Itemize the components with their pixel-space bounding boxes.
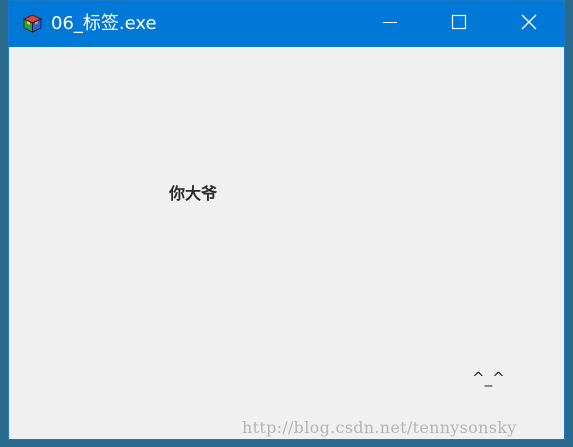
watermark: http://blog.csdn.net/tennysonsky xyxy=(242,418,517,437)
close-icon xyxy=(520,13,538,35)
minimize-button[interactable] xyxy=(367,1,413,47)
client-area: 你大爷 ^_^ xyxy=(9,47,564,439)
title-bar[interactable]: 06_标签.exe xyxy=(9,1,564,47)
window-title: 06_标签.exe xyxy=(51,13,157,34)
app-cube-icon xyxy=(23,14,42,33)
face-label: ^_^ xyxy=(472,369,505,387)
main-label: 你大爷 xyxy=(169,184,218,203)
close-button[interactable] xyxy=(506,1,552,47)
maximize-button[interactable] xyxy=(436,1,482,47)
minimize-icon xyxy=(382,14,398,34)
app-window: 06_标签.exe 你大爷 ^_^ xyxy=(8,0,565,440)
maximize-icon xyxy=(451,14,467,34)
